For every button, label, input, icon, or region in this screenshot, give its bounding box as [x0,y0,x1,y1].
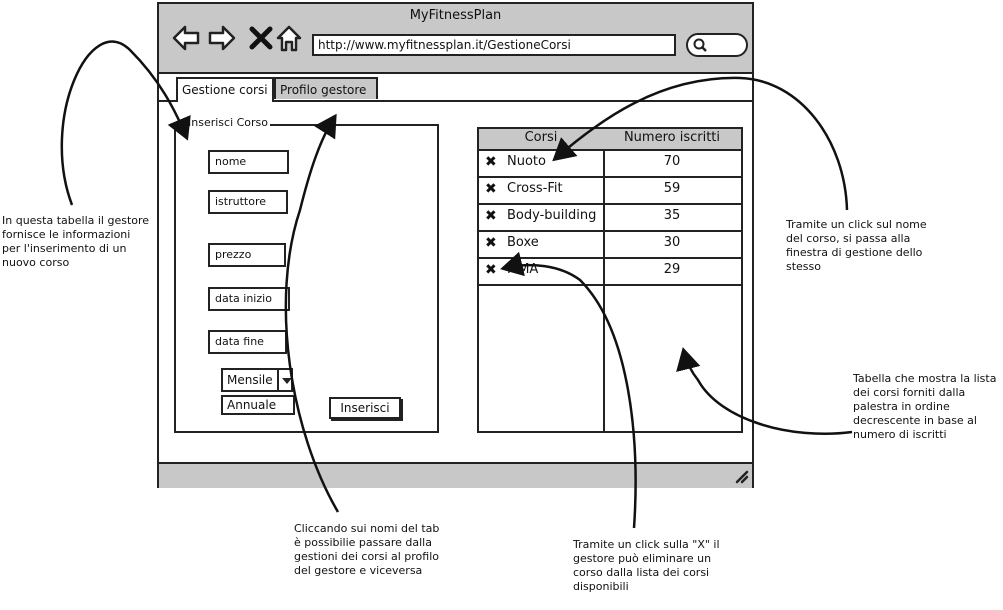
arrow-to-insert-panel [60,40,191,206]
annotation-arrows [60,40,853,529]
arrow-to-tabs [284,113,340,513]
tab-gestione-corsi[interactable]: Gestione corsi [176,77,274,102]
arrow-to-course-name [552,76,849,211]
arrow-to-delete-x [500,251,637,529]
arrow-to-table [676,347,853,435]
